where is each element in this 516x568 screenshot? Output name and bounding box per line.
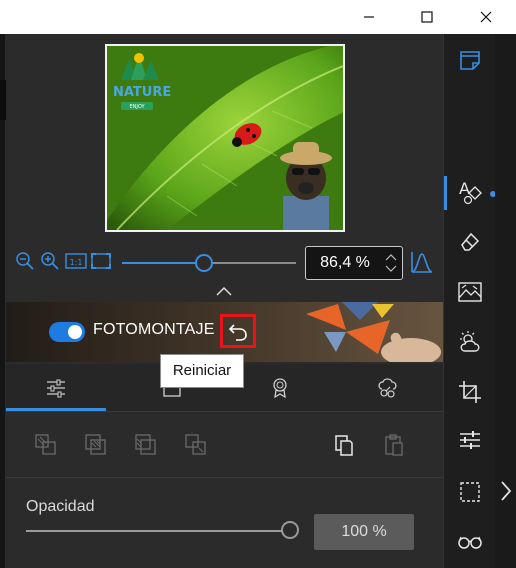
selection-icon bbox=[460, 482, 480, 502]
copy-button[interactable] bbox=[331, 432, 357, 458]
opacity-slider[interactable] bbox=[26, 530, 290, 532]
title-bar bbox=[0, 0, 516, 34]
send-to-back-button[interactable] bbox=[183, 432, 209, 458]
zoom-slider[interactable] bbox=[122, 254, 296, 272]
bring-to-front-icon bbox=[35, 434, 56, 455]
zoom-in-icon[interactable] bbox=[39, 250, 61, 272]
logo-title: NATURE bbox=[113, 85, 171, 100]
tab-adjustments[interactable] bbox=[6, 364, 106, 411]
svg-text:1:1: 1:1 bbox=[70, 258, 83, 267]
minimize-button[interactable] bbox=[346, 0, 392, 34]
weather-tool[interactable] bbox=[454, 326, 486, 358]
paste-icon bbox=[385, 434, 403, 456]
app-window: NATURE ENJOY 1:1 86,4 % FOTOMONTAJE Rein… bbox=[0, 0, 516, 568]
text-shapes-tool[interactable]: A bbox=[454, 176, 486, 208]
copy-icon bbox=[335, 435, 353, 456]
tools-toolbar: A bbox=[443, 34, 496, 568]
layer-header: FOTOMONTAJE bbox=[6, 302, 443, 362]
weather-icon bbox=[460, 331, 480, 352]
text-shapes-icon: A bbox=[459, 179, 482, 205]
maximize-icon bbox=[421, 11, 433, 23]
notes-edit-tool[interactable] bbox=[454, 44, 486, 76]
svg-text:A: A bbox=[459, 179, 470, 198]
send-backward-icon bbox=[135, 434, 156, 455]
glasses-tool[interactable] bbox=[454, 526, 486, 558]
active-tool-indicator bbox=[444, 176, 447, 210]
opacity-control: Opacidad 100 % bbox=[6, 480, 443, 568]
reset-tooltip: Reiniciar bbox=[160, 354, 244, 388]
dog-image bbox=[280, 142, 332, 230]
crop-tool[interactable] bbox=[454, 376, 486, 408]
photo-preview: NATURE ENJOY bbox=[105, 44, 345, 232]
histogram-icon[interactable] bbox=[410, 250, 434, 274]
notes-edit-icon bbox=[460, 51, 480, 70]
arrange-toolbar bbox=[6, 414, 443, 478]
send-to-back-icon bbox=[185, 434, 206, 455]
opacity-label: Opacidad bbox=[26, 498, 95, 515]
undo-icon bbox=[228, 324, 247, 341]
badge-icon bbox=[273, 377, 287, 398]
landscape-tool[interactable] bbox=[454, 276, 486, 308]
layer-visibility-toggle[interactable] bbox=[49, 322, 85, 342]
fit-to-screen-icon[interactable] bbox=[90, 250, 112, 272]
reset-button[interactable] bbox=[220, 314, 256, 348]
eraser-tool[interactable] bbox=[454, 226, 486, 258]
close-icon bbox=[480, 11, 492, 23]
properties-panel: NATURE ENJOY 1:1 86,4 % FOTOMONTAJE Rein… bbox=[6, 34, 443, 568]
zoom-controls: 1:1 86,4 % bbox=[6, 246, 443, 280]
zoom-slider-fill bbox=[122, 262, 204, 264]
sidebar-expander[interactable] bbox=[495, 34, 516, 568]
zoom-value: 86,4 % bbox=[320, 254, 370, 271]
sliders-icon bbox=[47, 379, 65, 397]
bring-forward-icon bbox=[85, 434, 106, 455]
close-button[interactable] bbox=[463, 0, 509, 34]
layer-title: FOTOMONTAJE bbox=[93, 321, 215, 338]
opacity-value-field[interactable]: 100 % bbox=[314, 514, 414, 550]
paste-button[interactable] bbox=[381, 432, 407, 458]
tab-effects[interactable] bbox=[338, 364, 438, 411]
bring-to-front-button[interactable] bbox=[33, 432, 59, 458]
selection-tool[interactable] bbox=[454, 476, 486, 508]
adjust-sliders-icon bbox=[460, 431, 480, 449]
chevron-down-icon[interactable] bbox=[384, 262, 398, 276]
chevron-right-icon bbox=[498, 479, 514, 503]
glasses-icon bbox=[458, 536, 482, 549]
tab-badge[interactable] bbox=[230, 364, 330, 411]
landscape-icon bbox=[458, 282, 482, 302]
logo-subtitle: ENJOY bbox=[129, 104, 145, 110]
eraser-icon bbox=[461, 232, 480, 251]
opacity-slider-thumb[interactable] bbox=[281, 521, 299, 539]
maximize-button[interactable] bbox=[404, 0, 450, 34]
toggle-knob bbox=[68, 325, 82, 339]
bring-forward-button[interactable] bbox=[83, 432, 109, 458]
collapse-chevron-up-icon[interactable] bbox=[214, 284, 234, 296]
adjust-tool[interactable] bbox=[454, 424, 486, 456]
zoom-value-field[interactable]: 86,4 % bbox=[305, 246, 403, 280]
zoom-slider-thumb[interactable] bbox=[194, 254, 213, 272]
effects-icon bbox=[378, 377, 397, 398]
zoom-out-icon[interactable] bbox=[14, 250, 36, 272]
minimize-icon bbox=[364, 16, 374, 18]
crop-icon bbox=[459, 381, 481, 403]
actual-size-icon[interactable]: 1:1 bbox=[65, 250, 87, 272]
send-backward-button[interactable] bbox=[133, 432, 159, 458]
